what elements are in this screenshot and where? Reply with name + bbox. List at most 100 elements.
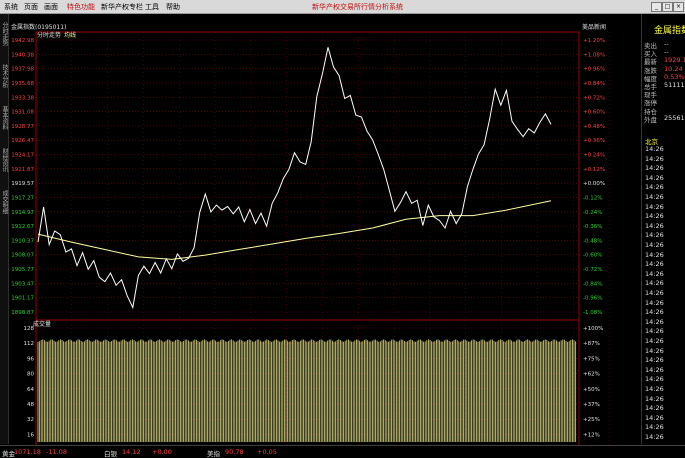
status-gold-value: 1071.18 <box>14 448 41 456</box>
volume-title: 成交量 <box>33 320 51 328</box>
tick-time: 14:26 <box>645 193 664 201</box>
tab-news[interactable]: 财经资讯 <box>0 148 8 172</box>
percent-tick-label: +0.48% <box>583 124 605 130</box>
percent-tick-label: +0.12% <box>583 167 605 173</box>
volume-tick-label: 112 <box>24 341 35 347</box>
menu-page[interactable]: 页面 <box>24 2 38 12</box>
price-tick-label: 1942.98 <box>11 38 34 44</box>
price-tick-label: 1926.47 <box>11 138 34 144</box>
quote-row-value: 1929.18 <box>664 56 685 65</box>
volume-tick-label: 80 <box>27 372 34 378</box>
tick-time: 14:26 <box>645 145 664 153</box>
quote-panel: 金属指数 卖出--买入--最新1929.18涨跌10.24幅度0.53%总手51… <box>641 14 685 444</box>
volume-tick-label: 48 <box>27 402 34 408</box>
tab-technical[interactable]: 技术分析 <box>0 64 8 88</box>
minimize-icon[interactable]: _ <box>651 2 662 12</box>
percent-tick-label: +0.72% <box>583 95 605 101</box>
maximize-icon[interactable]: □ <box>662 2 673 12</box>
volume-bars <box>37 339 577 442</box>
menu-view[interactable]: 画面 <box>44 2 58 12</box>
percent-tick-label: -0.24% <box>583 210 602 216</box>
price-tick-label: 1910.37 <box>11 238 34 244</box>
timeshare-chart[interactable]: 1942.98 1940.38 1937.98 1935.68 1933.38 1931.… <box>9 14 613 458</box>
quote-name: 金属指数 <box>654 26 685 36</box>
menu-bar: 系统 页面 画面 特色功能 新华产权专栏 工具 帮助 新华产权交易所行情分析系统… <box>0 0 685 14</box>
price-line <box>37 47 552 310</box>
quote-row-value: 25561 <box>664 113 685 122</box>
price-tick-label: 1917.27 <box>11 195 34 201</box>
quote-row-value: -- <box>664 48 669 57</box>
left-tab-strip: 分时走势 技术分析 基本资料 财经资讯 成交明细 <box>0 14 9 444</box>
volume-percent-label: +100% <box>583 326 603 332</box>
percent-tick-label: +1.20% <box>583 38 605 44</box>
tick-time: 14:26 <box>645 385 664 393</box>
close-icon[interactable]: × <box>673 2 684 12</box>
price-tick-label: 1937.98 <box>11 67 34 73</box>
tick-time: 14:26 <box>645 337 664 345</box>
tick-time: 14:26 <box>645 289 664 297</box>
status-usdx-change: +0.05 <box>257 448 277 456</box>
volume-percent-label: +62% <box>583 372 600 378</box>
volume-tick-label: 96 <box>27 356 34 362</box>
menu-column[interactable]: 新华产权专栏 <box>101 2 143 12</box>
chart-header-title: 金属指数(0195011) <box>11 23 66 31</box>
tick-time: 14:26 <box>645 365 664 374</box>
percent-tick-label: +0.84% <box>583 81 605 87</box>
tick-time: 14:26 <box>645 231 664 240</box>
percent-tick-label: +0.36% <box>583 138 605 144</box>
status-gold-change: -11.08 <box>46 448 67 456</box>
tick-time: 14:26 <box>645 269 664 278</box>
tick-time: 14:26 <box>645 308 664 317</box>
percent-axis-labels: +1.20% +1.08% +0.96% +0.84% +0.72% +0.60% +0.4… <box>583 38 605 316</box>
tick-time: 14:26 <box>645 279 664 288</box>
quote-row-value: 10.24 <box>664 64 683 73</box>
series-name-avg: 均线 <box>64 31 76 39</box>
volume-tick-label: 16 <box>27 432 34 438</box>
volume-percent-label: +12% <box>583 432 600 438</box>
price-tick-label: 1908.07 <box>11 253 34 259</box>
tick-time: 14:26 <box>645 317 664 326</box>
quote-row-value: 0.53% <box>664 72 685 81</box>
price-tick-label: 1919.57 <box>11 181 34 187</box>
tick-time: 14:26 <box>645 394 664 403</box>
tick-time: 14:26 <box>645 164 664 173</box>
status-usdx-value: 90.78 <box>225 448 244 456</box>
quote-row-value: 51111 <box>664 81 685 89</box>
tick-time: 14:26 <box>645 173 664 182</box>
menu-tools[interactable]: 工具 <box>145 2 159 12</box>
quote-row-value: -- <box>664 40 669 48</box>
tick-time: 14:26 <box>645 356 664 365</box>
price-tick-label: 1898.87 <box>11 310 34 316</box>
tick-time: 14:26 <box>645 298 664 307</box>
menu-help[interactable]: 帮助 <box>166 2 180 12</box>
volume-tick-label: 64 <box>27 387 34 393</box>
percent-tick-label: -0.48% <box>583 238 602 244</box>
tick-time: 14:26 <box>645 260 664 269</box>
tick-time: 14:26 <box>645 183 664 192</box>
percent-tick-label: +0.24% <box>583 153 605 159</box>
percent-tick-label: -0.72% <box>583 267 602 273</box>
menu-special[interactable]: 特色功能 <box>67 2 95 12</box>
quote-row-label: 外盘 <box>644 115 657 124</box>
percent-tick-label: +1.08% <box>583 52 605 58</box>
tick-time: 14:26 <box>645 375 664 384</box>
tick-time: 14:26 <box>645 241 664 249</box>
percent-tick-label: -0.84% <box>583 281 602 287</box>
tab-basic[interactable]: 基本资料 <box>0 106 8 130</box>
price-tick-label: 1914.97 <box>11 210 34 216</box>
tab-timeshare[interactable]: 分时走势 <box>0 22 8 46</box>
quote-row: 外盘 25561 <box>644 114 685 124</box>
tab-trades[interactable]: 成交明细 <box>0 190 8 214</box>
volume-percent-label: +25% <box>583 417 600 423</box>
chart-header-right: 美品新闻 <box>582 23 606 31</box>
price-tick-label: 1931.08 <box>11 110 34 116</box>
tick-time: 14:26 <box>645 346 664 355</box>
percent-tick-label: -0.60% <box>583 253 602 259</box>
volume-percent-label: +75% <box>583 356 600 362</box>
price-tick-label: 1935.68 <box>11 81 34 87</box>
volume-percent-label: +87% <box>583 341 600 347</box>
menu-system[interactable]: 系统 <box>4 2 18 12</box>
percent-tick-label: -0.96% <box>583 296 602 302</box>
app-title: 新华产权交易所行情分析系统 <box>312 3 403 11</box>
volume-tick-label: 32 <box>27 417 34 423</box>
